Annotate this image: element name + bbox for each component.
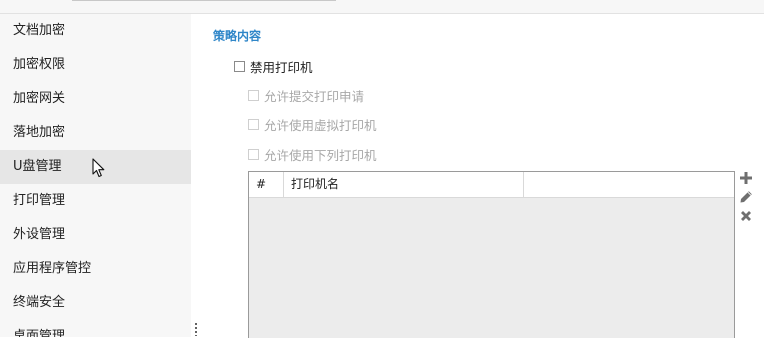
sidebar-item-label: 应用程序管控	[13, 261, 92, 276]
sidebar-item-label: 桌面管理	[13, 329, 66, 337]
sidebar-item-label: 加密网关	[13, 91, 66, 106]
column-header-printer-name[interactable]: 打印机名	[284, 172, 524, 197]
section-title: 策略内容	[213, 29, 262, 43]
table-header: # 打印机名	[249, 172, 734, 198]
allow-virtual-printer-label: 允许使用虚拟打印机	[264, 118, 377, 133]
sidebar-item-label: 落地加密	[13, 125, 66, 140]
sidebar-item-desktop-management[interactable]: 桌面管理	[0, 320, 191, 337]
sidebar-item-label: U盘管理	[13, 159, 62, 174]
sidebar-item-encryption-gateway[interactable]: 加密网关	[0, 82, 191, 116]
sidebar-item-document-encryption[interactable]: 文档加密	[0, 14, 191, 48]
printer-table: # 打印机名	[248, 171, 735, 338]
column-header-empty[interactable]	[524, 172, 734, 197]
disable-printer-label: 禁用打印机	[250, 60, 313, 75]
sidebar-item-usb-management[interactable]: U盘管理	[0, 150, 191, 184]
table-toolbar	[739, 171, 753, 228]
allow-listed-printers-checkbox-row[interactable]: 允许使用下列打印机	[248, 145, 377, 164]
top-toolbar	[0, 0, 764, 14]
search-input[interactable]	[72, 0, 336, 1]
delete-icon[interactable]	[739, 209, 753, 223]
sidebar-item-application-control[interactable]: 应用程序管控	[0, 252, 191, 286]
policy-content-panel: 策略内容 禁用打印机 允许提交打印申请 允许使用虚拟打印机 允许使用下列打印机 …	[201, 14, 764, 338]
edit-icon[interactable]	[739, 190, 753, 204]
add-icon[interactable]	[739, 171, 753, 185]
sidebar-item-label: 文档加密	[13, 23, 66, 38]
sidebar-item-terminal-security[interactable]: 终端安全	[0, 286, 191, 320]
disable-printer-checkbox[interactable]	[234, 61, 245, 72]
sidebar-item-print-management[interactable]: 打印管理	[0, 184, 191, 218]
allow-listed-printers-label: 允许使用下列打印机	[264, 148, 377, 163]
panel-splitter[interactable]	[191, 14, 201, 337]
sidebar-item-peripheral-management[interactable]: 外设管理	[0, 218, 191, 252]
sidebar-item-encryption-permission[interactable]: 加密权限	[0, 48, 191, 82]
disable-printer-checkbox-row[interactable]: 禁用打印机	[234, 57, 313, 76]
sidebar-item-label: 加密权限	[13, 57, 66, 72]
sidebar-item-label: 外设管理	[13, 227, 66, 242]
drag-handle-icon[interactable]	[195, 322, 197, 336]
allow-listed-printers-checkbox[interactable]	[248, 149, 259, 160]
column-header-number[interactable]: #	[249, 172, 284, 197]
allow-virtual-printer-checkbox-row[interactable]: 允许使用虚拟打印机	[248, 115, 377, 134]
sidebar-item-landing-encryption[interactable]: 落地加密	[0, 116, 191, 150]
allow-virtual-printer-checkbox[interactable]	[248, 119, 259, 130]
sidebar-item-label: 打印管理	[13, 193, 66, 208]
sidebar: 文档加密 加密权限 加密网关 落地加密 U盘管理 打印管理 外设管理 应用程序管…	[0, 14, 191, 337]
mouse-cursor-icon	[92, 158, 105, 178]
allow-print-request-checkbox[interactable]	[248, 90, 259, 101]
allow-print-request-label: 允许提交打印申请	[264, 89, 365, 104]
sidebar-item-label: 终端安全	[13, 295, 66, 310]
allow-print-request-checkbox-row[interactable]: 允许提交打印申请	[248, 86, 364, 105]
